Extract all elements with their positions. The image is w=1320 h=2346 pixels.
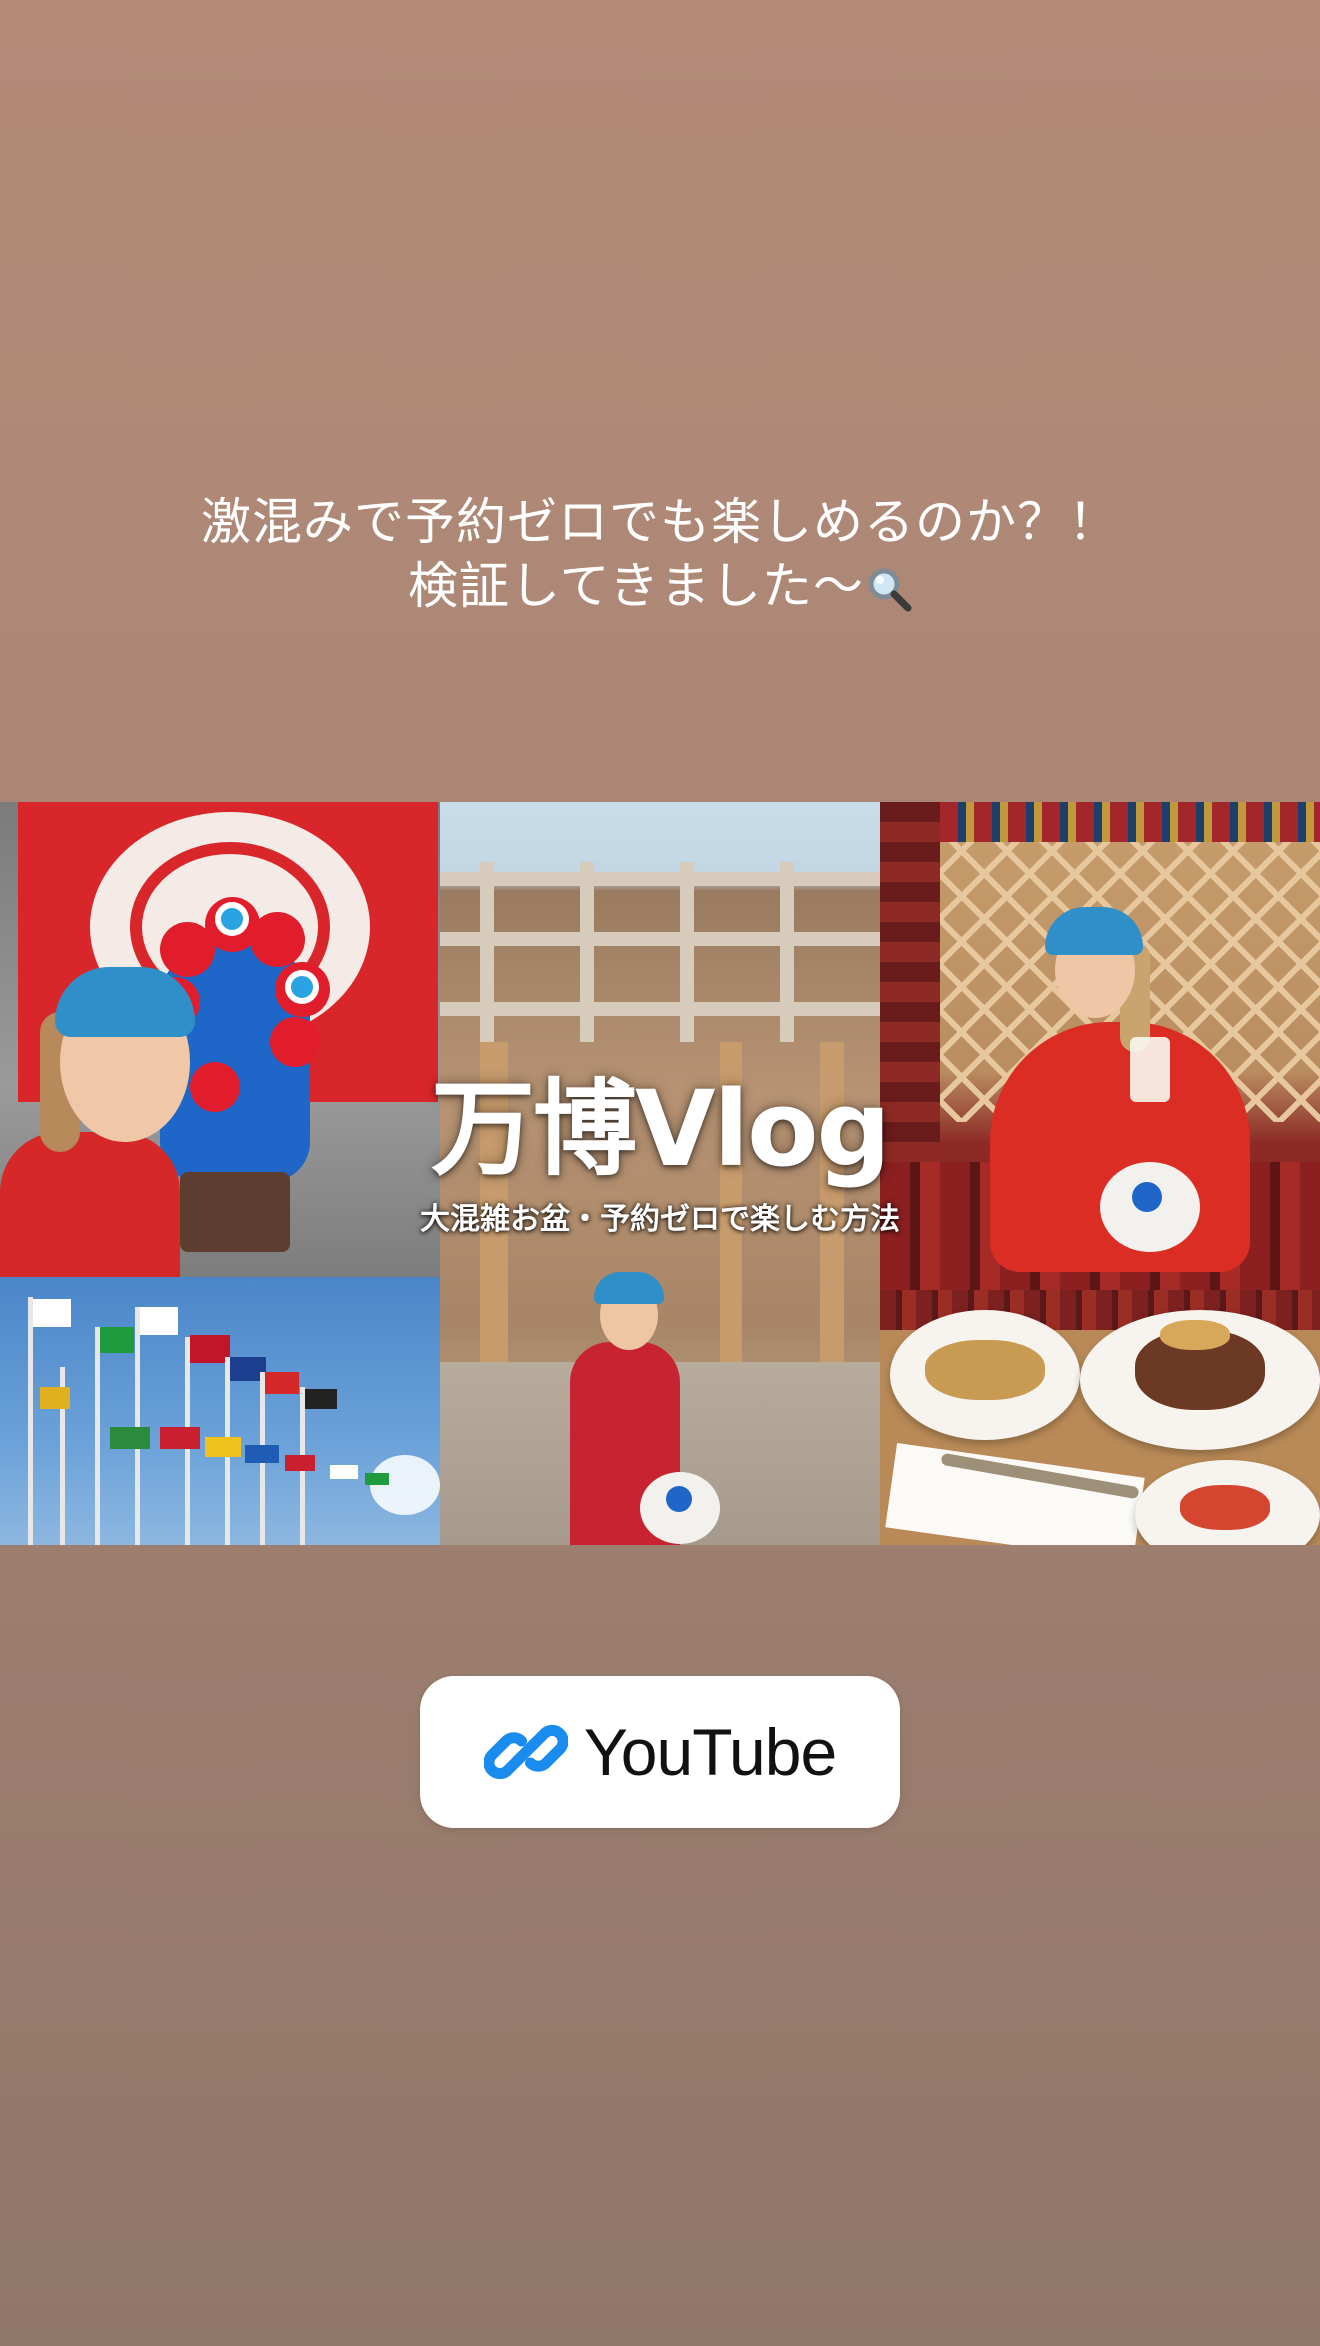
thumbnail-subtitle: 大混雑お盆・予約ゼロで楽しむ方法 [420, 1202, 900, 1237]
youtube-link-sticker[interactable]: YouTube [420, 1676, 900, 1828]
flags-photo [0, 1277, 440, 1545]
caption-line-2: 検証してきました〜 [408, 557, 864, 615]
story-caption: 激混みで予約ゼロでも楽しめるのか？！ 検証してきました〜 [0, 490, 1320, 618]
caption-line-2-wrap: 検証してきました〜 [0, 554, 1320, 618]
magnifier-icon [866, 563, 912, 611]
caption-line-1: 激混みで予約ゼロでも楽しめるのか？！ [201, 493, 1119, 551]
link-label: YouTube [583, 1715, 837, 1789]
link-icon [483, 1710, 569, 1794]
food-photo [880, 1290, 1320, 1545]
thumbnail-title: 万博Vlog [430, 1068, 891, 1190]
video-thumbnail: 万博Vlog 大混雑お盆・予約ゼロで楽しむ方法 [0, 802, 1320, 1545]
